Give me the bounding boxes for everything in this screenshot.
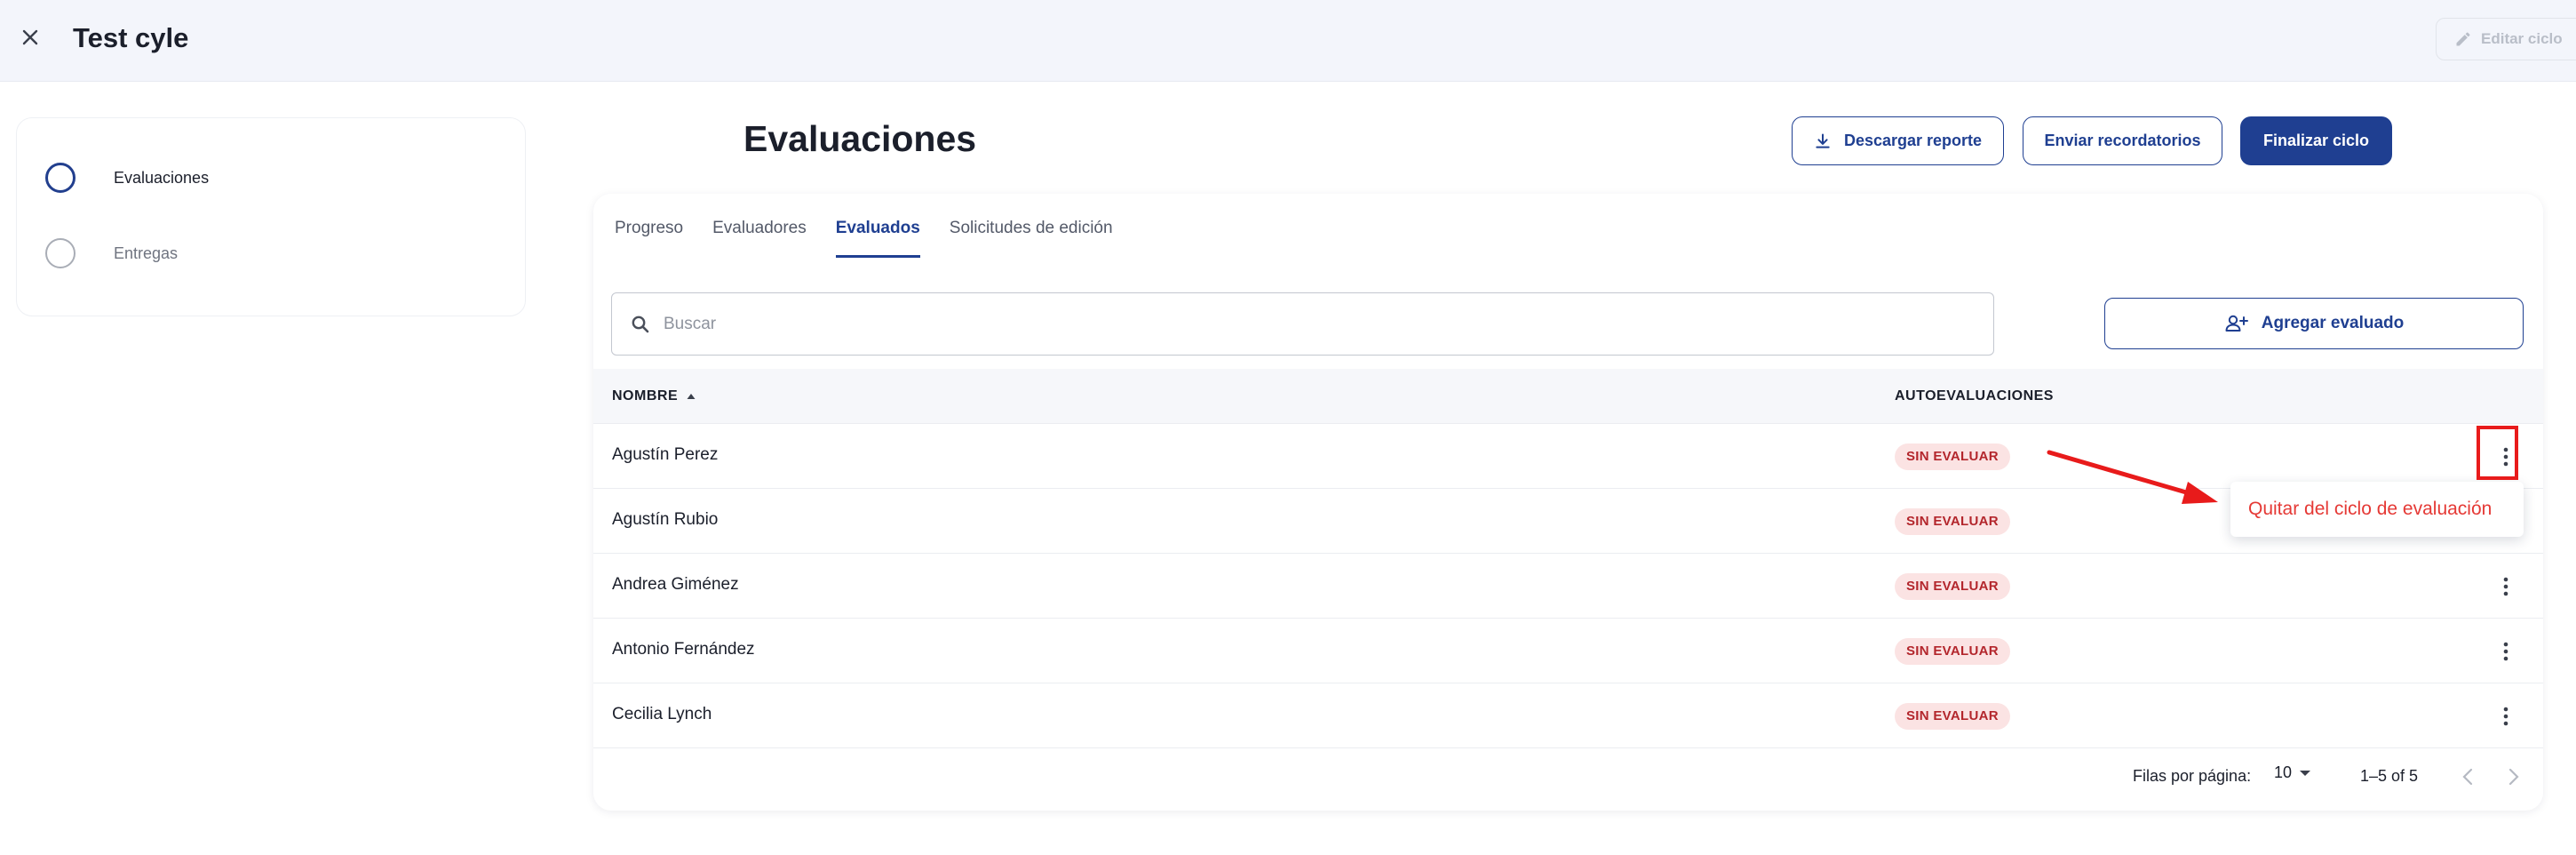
row-menu-button[interactable] — [2488, 439, 2524, 475]
step-evaluaciones[interactable]: Evaluaciones — [45, 163, 209, 193]
close-button[interactable] — [12, 20, 48, 55]
more-vertical-icon — [2503, 707, 2508, 726]
edit-cycle-button[interactable]: Editar ciclo — [2436, 18, 2576, 60]
step-circle-icon — [45, 238, 76, 268]
pagination-range: 1–5 of 5 — [2360, 767, 2419, 785]
more-vertical-icon — [2503, 642, 2508, 661]
status-badge: SIN EVALUAR — [1895, 508, 2010, 535]
rows-per-page-label: Filas por página: — [2133, 767, 2252, 785]
finish-cycle-label: Finalizar ciclo — [2262, 132, 2370, 149]
remove-from-cycle-menu-item[interactable]: Quitar del ciclo de evaluación — [2230, 482, 2524, 537]
evaluations-card: Progreso Evaluadores Evaluados Solicitud… — [593, 194, 2543, 811]
table-row[interactable]: Cecilia Lynch SIN EVALUAR — [593, 683, 2543, 748]
add-evaluee-button[interactable]: Agregar evaluado — [2104, 298, 2524, 349]
status-badge: SIN EVALUAR — [1895, 703, 2010, 730]
close-icon — [22, 29, 38, 45]
download-report-button[interactable]: Descargar reporte — [1792, 116, 2004, 165]
page-title: Evaluaciones — [743, 118, 977, 159]
column-header-label: NOMBRE — [612, 388, 679, 404]
column-header-nombre[interactable]: NOMBRE — [612, 388, 696, 404]
tab-progreso[interactable]: Progreso — [615, 219, 683, 258]
previous-page-button[interactable] — [2452, 761, 2484, 793]
step-entregas[interactable]: Entregas — [45, 238, 178, 268]
tab-solicitudes-de-edicion[interactable]: Solicitudes de edición — [950, 219, 1113, 258]
column-header-label: AUTOEVALUACIONES — [1895, 388, 2054, 404]
chevron-right-icon — [2508, 768, 2519, 786]
cycle-title: Test cyle — [73, 22, 189, 53]
evaluee-name: Agustín Rubio — [612, 510, 719, 529]
row-menu-button[interactable] — [2488, 569, 2524, 604]
tab-bar: Progreso Evaluadores Evaluados Solicitud… — [615, 219, 1113, 258]
evaluee-name: Cecilia Lynch — [612, 705, 712, 723]
status-badge: SIN EVALUAR — [1895, 443, 2010, 470]
evaluee-name: Agustín Perez — [612, 445, 719, 464]
more-vertical-icon — [2503, 577, 2508, 596]
table-row[interactable]: Agustín Perez SIN EVALUAR — [593, 424, 2543, 489]
step-circle-icon — [45, 163, 76, 193]
caret-down-icon — [2300, 770, 2311, 776]
table-row[interactable]: Antonio Fernández SIN EVALUAR — [593, 619, 2543, 683]
send-reminders-button[interactable]: Enviar recordatorios — [2023, 116, 2222, 165]
row-menu-button[interactable] — [2488, 634, 2524, 669]
row-menu-button[interactable] — [2488, 699, 2524, 734]
search-field[interactable] — [611, 292, 1994, 356]
next-page-button[interactable] — [2498, 761, 2530, 793]
tab-evaluadores[interactable]: Evaluadores — [712, 219, 807, 258]
evaluee-name: Andrea Giménez — [612, 575, 739, 594]
status-badge: SIN EVALUAR — [1895, 638, 2010, 665]
edit-cycle-label: Editar ciclo — [2481, 30, 2563, 47]
sort-ascending-icon — [687, 394, 696, 399]
top-bar: Test cyle Editar ciclo — [0, 0, 2576, 82]
send-reminders-label: Enviar recordatorios — [2044, 132, 2201, 149]
rows-per-page-value: 10 — [2274, 763, 2293, 781]
tab-evaluados[interactable]: Evaluados — [835, 219, 920, 258]
chevron-left-icon — [2462, 768, 2473, 786]
status-badge: SIN EVALUAR — [1895, 573, 2010, 600]
column-header-autoevaluaciones: AUTOEVALUACIONES — [1895, 388, 2054, 404]
search-input[interactable] — [664, 314, 1907, 334]
pencil-icon — [2456, 32, 2470, 46]
rows-per-page-select[interactable]: 10 — [2274, 763, 2311, 782]
download-icon — [1816, 133, 1830, 148]
table-pagination: Filas por página: 10 1–5 of 5 — [593, 743, 2543, 811]
finish-cycle-button[interactable]: Finalizar ciclo — [2240, 116, 2392, 165]
search-icon — [632, 316, 649, 332]
table-header: NOMBRE AUTOEVALUACIONES — [593, 369, 2543, 424]
step-label: Evaluaciones — [114, 168, 210, 187]
add-user-icon — [2225, 315, 2248, 332]
more-vertical-icon — [2503, 447, 2508, 467]
table-row[interactable]: Andrea Giménez SIN EVALUAR — [593, 554, 2543, 619]
evaluee-name: Antonio Fernández — [612, 640, 755, 659]
step-label: Entregas — [114, 244, 179, 262]
download-report-label: Descargar reporte — [1843, 132, 1983, 149]
cycle-stepper: Evaluaciones Entregas — [16, 117, 526, 316]
add-evaluee-label: Agregar evaluado — [2261, 314, 2405, 332]
